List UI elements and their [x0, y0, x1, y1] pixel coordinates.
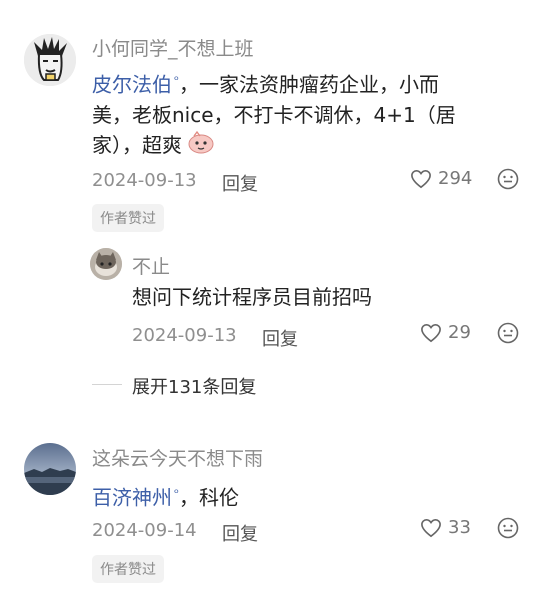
- topic-link[interactable]: 百济神州: [92, 486, 172, 510]
- comment-date: 2024-09-14: [92, 520, 197, 541]
- comment-username[interactable]: 这朵云今天不想下雨: [92, 444, 263, 471]
- like-button[interactable]: 33: [420, 517, 471, 538]
- avatar-illustration: [24, 34, 76, 86]
- avatar[interactable]: [24, 443, 76, 495]
- comment-text-line: ，一家法资肿瘤药企业，小而: [178, 72, 439, 97]
- avatar-landscape: [24, 443, 76, 495]
- heart-icon: [421, 518, 441, 537]
- avatar-cat: [90, 248, 122, 280]
- emoji-icon: [188, 130, 214, 162]
- comment-text: 百济神州 ᵒ，科伦: [92, 478, 239, 513]
- reply-text: 想问下统计程序员目前招吗: [132, 285, 372, 309]
- emoji-react-icon[interactable]: [497, 322, 519, 348]
- emoji-react-icon[interactable]: [497, 168, 519, 194]
- comment-date: 2024-09-13: [92, 170, 197, 191]
- comment-username[interactable]: 小何同学_不想上班: [92, 34, 254, 61]
- expand-replies-button[interactable]: 展开131条回复: [132, 373, 256, 399]
- heart-icon: [421, 323, 441, 342]
- comment-text-line: 美，老板nice，不打卡不调休，4+1（居: [92, 102, 456, 127]
- author-liked-badge: 作者赞过: [92, 555, 164, 583]
- expand-divider: [92, 384, 122, 385]
- reply-username[interactable]: 不止: [132, 252, 170, 279]
- like-button[interactable]: 29: [420, 322, 471, 343]
- comment-text: 皮尔法伯 ᵒ，一家法资肿瘤药企业，小而 美，老板nice，不打卡不调休，4+1（居…: [92, 65, 512, 162]
- like-count: 29: [448, 322, 471, 343]
- reply-button[interactable]: 回复: [222, 520, 258, 546]
- emoji-react-icon[interactable]: [497, 517, 519, 543]
- comment-text-line: 家），超爽: [92, 132, 182, 157]
- comment-text-line: ，科伦: [178, 485, 239, 510]
- like-count: 294: [438, 168, 473, 189]
- heart-icon: [411, 169, 431, 188]
- reply-date: 2024-09-13: [132, 325, 237, 346]
- avatar[interactable]: [24, 34, 76, 86]
- like-count: 33: [448, 517, 471, 538]
- author-liked-badge: 作者赞过: [92, 204, 164, 232]
- reply-button[interactable]: 回复: [222, 170, 258, 196]
- like-button[interactable]: 294: [410, 168, 472, 189]
- topic-link[interactable]: 皮尔法伯: [92, 73, 172, 97]
- reply-button[interactable]: 回复: [262, 325, 298, 351]
- avatar[interactable]: [90, 248, 122, 280]
